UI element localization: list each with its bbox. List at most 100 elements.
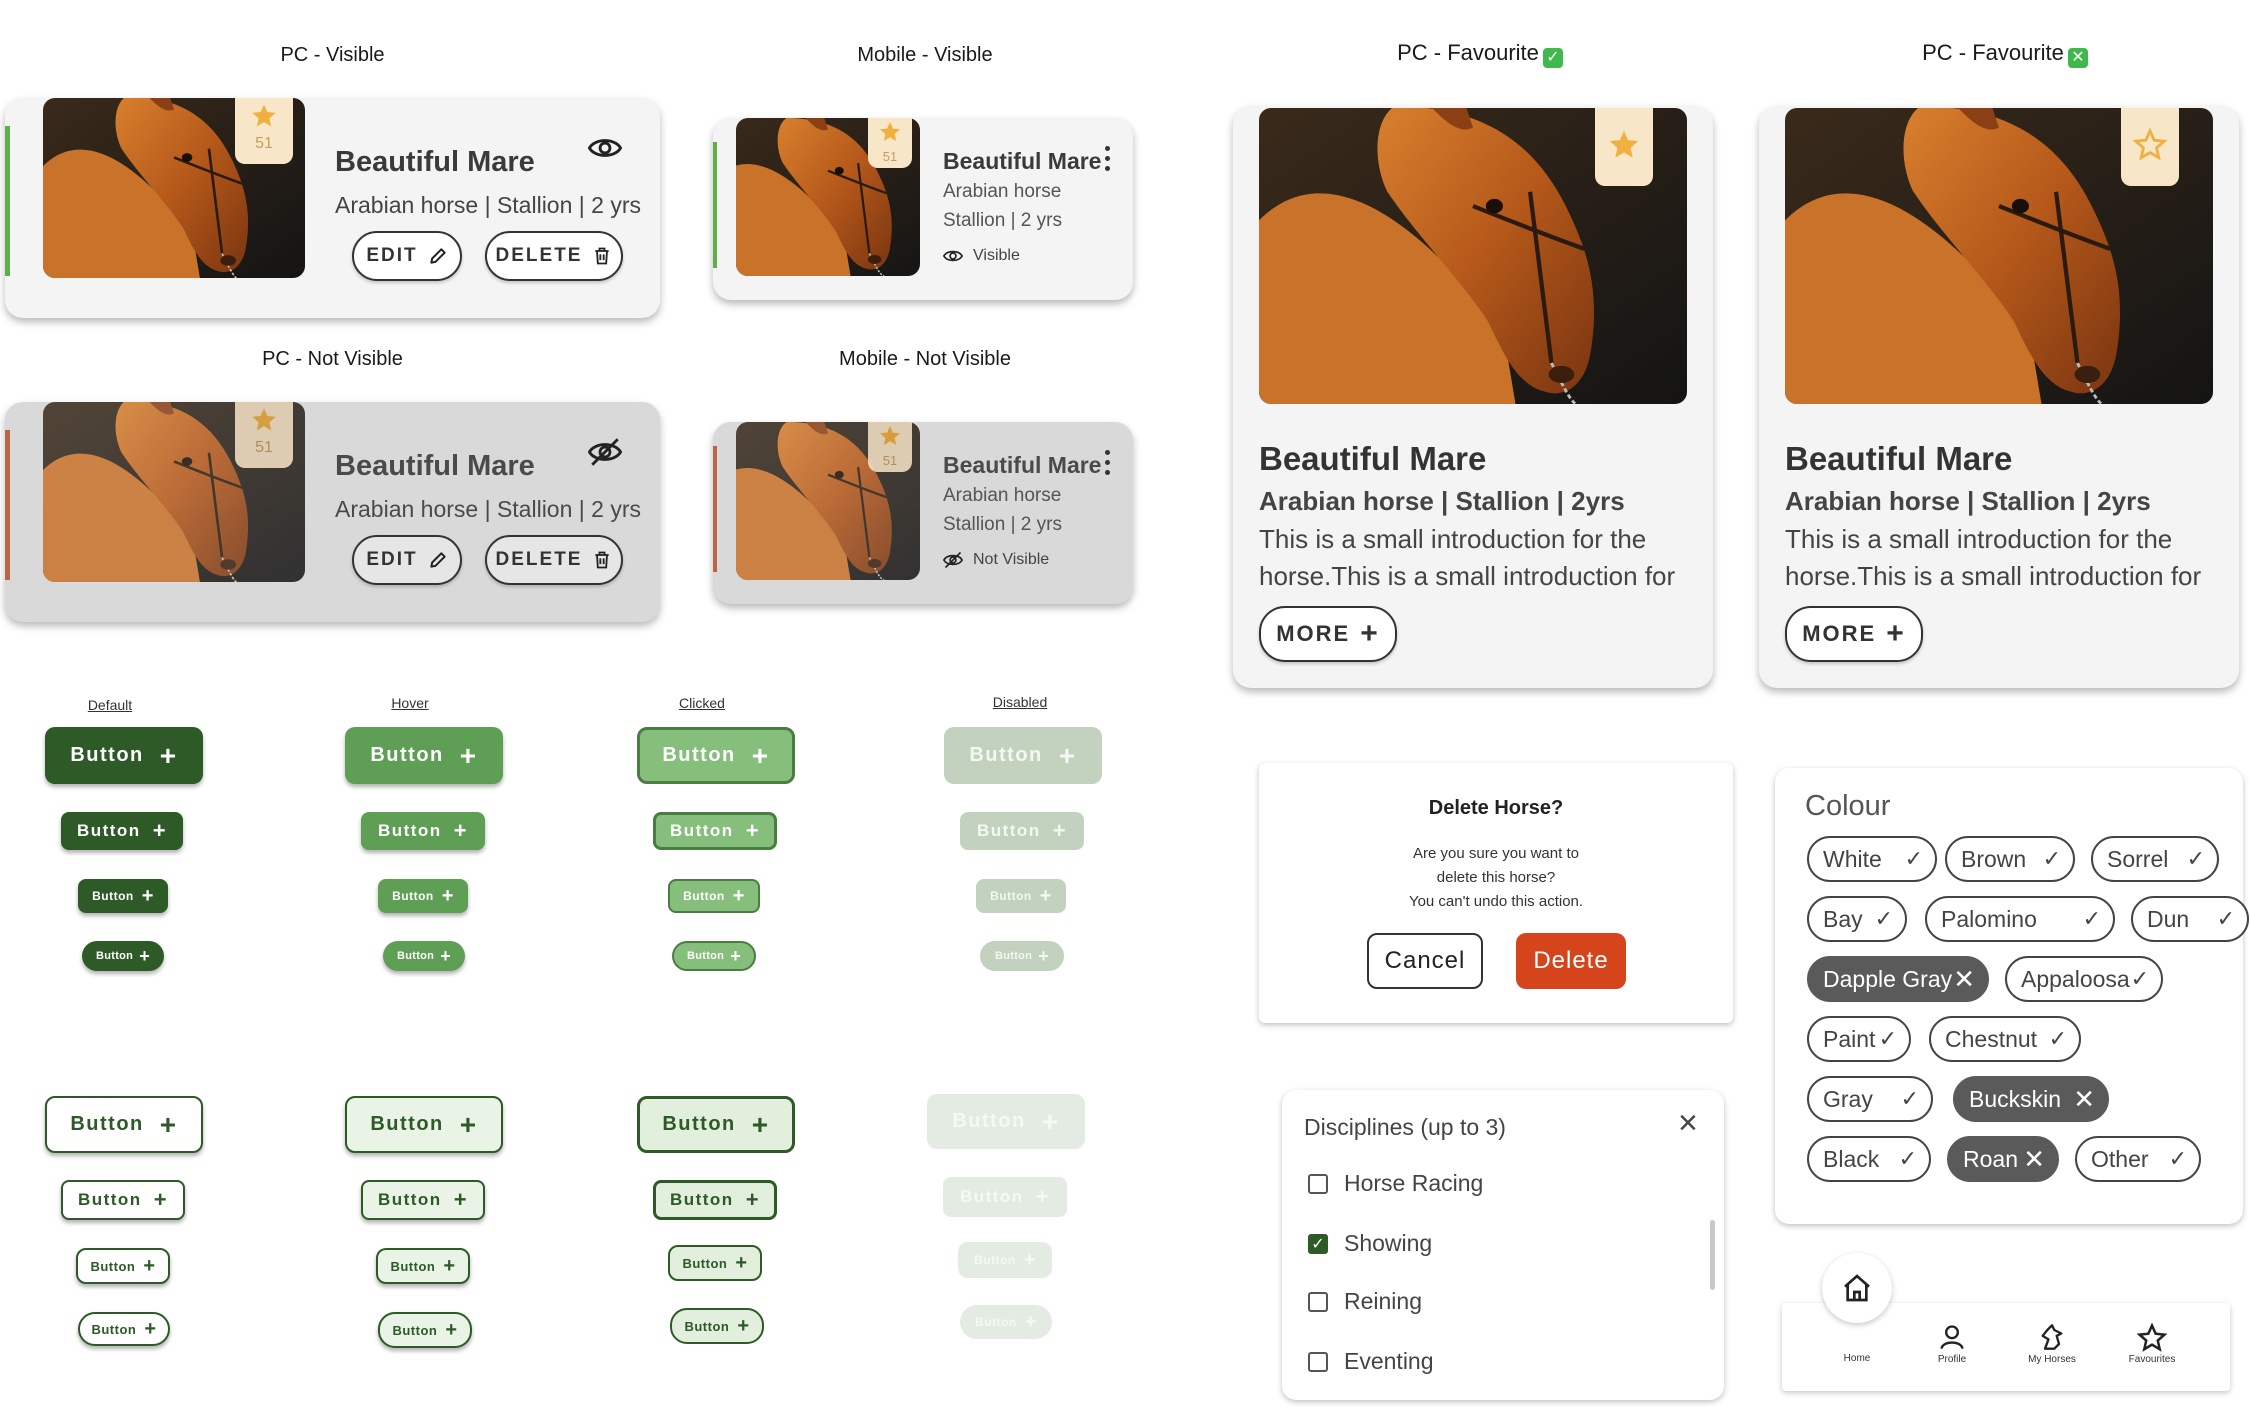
star-icon xyxy=(250,406,278,434)
check-icon: ✓ xyxy=(2186,846,2205,871)
plus-icon: + xyxy=(159,739,178,771)
colour-chip-black[interactable]: Black ✓ xyxy=(1807,1136,1931,1182)
plus-icon: + xyxy=(751,739,770,771)
cancel-button[interactable]: Cancel xyxy=(1367,933,1483,989)
button-filled-default-xs[interactable]: Button + xyxy=(82,941,164,971)
colour-chip-chestnut[interactable]: Chestnut ✓ xyxy=(1929,1016,2081,1062)
colour-chip-other[interactable]: Other ✓ xyxy=(2075,1136,2201,1182)
edit-button[interactable]: EDIT xyxy=(352,535,462,585)
button-outline-hover-xs[interactable]: Button + xyxy=(378,1312,472,1348)
favourite-badge[interactable] xyxy=(2121,108,2179,186)
check-icon: ✓ xyxy=(1904,846,1923,871)
chip-label: White xyxy=(1823,845,1882,872)
button-outline-clicked-sm[interactable]: Button + xyxy=(668,1245,762,1281)
colour-chip-buckskin[interactable]: Buckskin ✕ xyxy=(1953,1076,2109,1122)
discipline-option-horse-racing[interactable]: Horse Racing xyxy=(1308,1170,1483,1197)
button-filled-hover-lg[interactable]: Button + xyxy=(345,727,503,784)
button-outline-default-lg[interactable]: Button + xyxy=(45,1096,203,1153)
favourite-badge[interactable]: 51 xyxy=(868,422,912,472)
favourite-badge[interactable]: 51 xyxy=(235,402,293,468)
close-icon: ✕ xyxy=(1953,963,1975,994)
more-button[interactable]: MORE + xyxy=(1785,606,1923,662)
check-icon: ✓ xyxy=(2216,906,2235,931)
section-title-pc-visible: PC - Visible xyxy=(280,44,385,66)
more-button[interactable]: MORE + xyxy=(1259,606,1397,662)
colour-chip-gray[interactable]: Gray ✓ xyxy=(1807,1076,1933,1122)
discipline-option-showing[interactable]: ✓ Showing xyxy=(1308,1230,1432,1257)
more-options-icon[interactable] xyxy=(1105,146,1111,176)
colour-chip-white[interactable]: White ✓ xyxy=(1807,836,1937,882)
colour-chip-brown[interactable]: Brown ✓ xyxy=(1945,836,2075,882)
horse-card-pc-visible[interactable]: 51 Beautiful Mare Arabian horse | Stalli… xyxy=(5,98,660,318)
colour-chip-sorrel[interactable]: Sorrel ✓ xyxy=(2091,836,2219,882)
button-filled-hover-sm[interactable]: Button + xyxy=(378,879,468,913)
visibility-stripe xyxy=(713,446,717,572)
horse-name: Beautiful Mare xyxy=(1785,440,2013,477)
horse-intro-line-2: horse.This is a small introduction for xyxy=(1259,561,1676,591)
horse-details: Arabian horse | Stallion | 2yrs xyxy=(1259,486,1625,516)
nav-home-button[interactable] xyxy=(1822,1253,1892,1323)
horse-card-favourite-off[interactable]: Beautiful Mare Arabian horse | Stallion … xyxy=(1759,106,2239,688)
button-filled-clicked-xs[interactable]: Button + xyxy=(672,941,756,971)
colour-chip-bay[interactable]: Bay ✓ xyxy=(1807,896,1907,942)
button-outline-hover-sm[interactable]: Button + xyxy=(376,1248,470,1284)
button-filled-hover-md[interactable]: Button + xyxy=(361,812,485,850)
eye-icon[interactable] xyxy=(588,131,622,165)
scrollbar[interactable] xyxy=(1710,1220,1715,1290)
button-filled-default-lg[interactable]: Button + xyxy=(45,727,203,784)
button-outline-hover-md[interactable]: Button + xyxy=(361,1180,485,1220)
plus-icon: + xyxy=(139,945,151,966)
close-icon[interactable]: × xyxy=(1678,1104,1698,1143)
visibility-label: Visible xyxy=(973,247,1020,264)
button-label: Button xyxy=(662,744,736,766)
button-outline-clicked-xs[interactable]: Button + xyxy=(670,1308,764,1344)
state-label-default: Default xyxy=(87,697,133,713)
discipline-option-reining[interactable]: Reining xyxy=(1308,1288,1422,1315)
button-outline-default-xs[interactable]: Button + xyxy=(78,1312,170,1346)
button-outline-hover-lg[interactable]: Button + xyxy=(345,1096,503,1153)
button-label: Button xyxy=(686,950,725,962)
horse-card-mobile-visible[interactable]: 51 Beautiful Mare Arabian horse Stallion… xyxy=(713,118,1133,300)
dialog-line-2: delete this horse? xyxy=(1436,869,1556,886)
more-options-icon[interactable] xyxy=(1105,450,1111,480)
colour-chip-dun[interactable]: Dun ✓ xyxy=(2131,896,2249,942)
colour-chip-roan[interactable]: Roan ✕ xyxy=(1947,1136,2059,1182)
button-filled-clicked-sm[interactable]: Button + xyxy=(668,879,760,913)
nav-item-profile[interactable]: Profile xyxy=(1917,1323,1987,1365)
discipline-option-eventing[interactable]: Eventing xyxy=(1308,1348,1434,1375)
plus-icon: + xyxy=(459,1108,478,1140)
button-filled-default-sm[interactable]: Button + xyxy=(78,879,168,913)
colour-chip-paint[interactable]: Paint ✓ xyxy=(1807,1016,1911,1062)
button-outline-default-md[interactable]: Button + xyxy=(61,1180,185,1220)
colour-chip-dapple-gray[interactable]: Dapple Gray ✕ xyxy=(1807,956,1989,1002)
plus-icon: + xyxy=(745,1187,761,1212)
delete-button[interactable]: DELETE xyxy=(485,535,623,585)
home-icon xyxy=(1841,1272,1873,1304)
horse-card-pc-not-visible[interactable]: 51 Beautiful Mare Arabian horse | Stalli… xyxy=(5,402,660,622)
button-outline-clicked-lg[interactable]: Button + xyxy=(637,1096,795,1153)
button-filled-default-md[interactable]: Button + xyxy=(61,812,183,850)
favourite-badge[interactable]: 51 xyxy=(235,98,293,164)
eye-off-icon[interactable] xyxy=(588,435,622,469)
horse-name: Beautiful Mare xyxy=(1259,440,1487,477)
star-icon xyxy=(878,424,902,448)
button-outline-clicked-md[interactable]: Button + xyxy=(653,1180,777,1220)
button-label: Button xyxy=(976,821,1041,840)
button-filled-clicked-md[interactable]: Button + xyxy=(653,812,777,850)
horse-card-mobile-not-visible[interactable]: 51 Beautiful Mare Arabian horse Stallion… xyxy=(713,422,1133,604)
button-filled-clicked-lg[interactable]: Button + xyxy=(637,727,795,784)
button-filled-hover-xs[interactable]: Button + xyxy=(383,941,465,971)
favourite-badge[interactable]: 51 xyxy=(868,118,912,168)
delete-button[interactable]: DELETE xyxy=(485,231,623,281)
colour-chip-appaloosa[interactable]: Appaloosa ✓ xyxy=(2005,956,2163,1002)
favourite-badge[interactable] xyxy=(1595,108,1653,186)
button-outline-default-sm[interactable]: Button + xyxy=(76,1248,170,1284)
edit-button[interactable]: EDIT xyxy=(352,231,462,281)
plus-icon: + xyxy=(1052,818,1068,843)
nav-item-favourites[interactable]: Favourites xyxy=(2112,1323,2192,1365)
horse-card-favourite-on[interactable]: Beautiful Mare Arabian horse | Stallion … xyxy=(1233,106,1713,688)
colour-chip-palomino[interactable]: Palomino ✓ xyxy=(1925,896,2115,942)
plus-icon: + xyxy=(1035,1184,1051,1209)
nav-item-my-horses[interactable]: My Horses xyxy=(2012,1323,2092,1365)
delete-confirm-button[interactable]: Delete xyxy=(1516,933,1626,989)
